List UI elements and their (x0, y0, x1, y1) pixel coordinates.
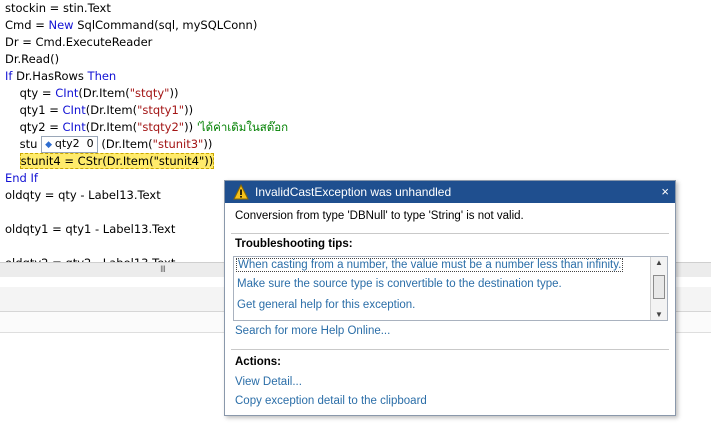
code-token: Dr = Cmd.ExecuteReader (5, 35, 153, 49)
code-token: )) (184, 120, 197, 134)
code-token: (Dr.Item( (97, 137, 153, 151)
code-token: )) (184, 103, 194, 117)
scroll-up-icon[interactable]: ▲ (655, 258, 663, 267)
code-token: Cmd = (5, 18, 49, 32)
code-line[interactable]: stunit4 = CStr(Dr.Item("stunit4")) (5, 153, 215, 170)
scroll-grip[interactable]: III (160, 265, 166, 275)
tip-item-convertible[interactable]: Make sure the source type is convertible… (237, 278, 562, 290)
code-token: Dr.Read() (5, 52, 60, 66)
code-line[interactable]: stu ◆ qty2 0 (Dr.Item("stunit3")) (5, 136, 212, 153)
troubleshooting-list[interactable]: When casting from a number, the value mu… (233, 256, 668, 321)
datatip-text: qty2 0 (54, 137, 94, 150)
code-token: "stqty" (129, 86, 170, 100)
code-token: (Dr.Item( (85, 103, 138, 117)
code-token: stunit4 = CStr(Dr.Item("stunit4")) (19, 153, 215, 169)
code-line[interactable]: Cmd = New SqlCommand(sql, mySQLConn) (5, 17, 257, 34)
close-icon[interactable]: × (661, 181, 669, 203)
tip-item-general-help[interactable]: Get general help for this exception. (237, 299, 415, 311)
code-line[interactable]: oldqty = qty - Label13.Text (5, 187, 161, 204)
warning-icon (233, 184, 249, 200)
code-token: stockin = stin.Text (5, 1, 111, 15)
code-token: "stqty1" (137, 103, 185, 117)
code-token: oldqty1 = qty1 - Label13.Text (5, 222, 176, 236)
exception-header: InvalidCastException was unhandled × (225, 181, 675, 203)
tips-scrollbar[interactable]: ▲ ▼ (650, 257, 667, 320)
code-token: Then (87, 69, 117, 83)
code-token: stu (5, 137, 42, 151)
code-token: End If (5, 171, 38, 185)
scroll-down-icon[interactable]: ▼ (655, 310, 663, 319)
tip-item-casting[interactable]: When casting from a number, the value mu… (236, 258, 624, 272)
view-detail-link[interactable]: View Detail... (235, 376, 302, 388)
troubleshooting-header: Troubleshooting tips: (235, 238, 353, 250)
code-line[interactable]: qty2 = CInt(Dr.Item("stqty2")) 'ได้ค่าเด… (5, 119, 289, 136)
code-line[interactable]: If Dr.HasRows Then (5, 68, 116, 85)
code-line[interactable]: End If (5, 170, 38, 187)
code-line[interactable]: stockin = stin.Text (5, 0, 111, 17)
datatip[interactable]: ◆ qty2 0 (41, 136, 98, 153)
scroll-thumb[interactable] (653, 275, 665, 299)
code-line[interactable]: oldqty2 = qty2 - Label13.Text (5, 255, 175, 262)
divider (231, 349, 669, 350)
code-token: SqlCommand(sql, mySQLConn) (73, 18, 258, 32)
code-token: CInt (62, 120, 86, 134)
code-token: "stqty2" (137, 120, 185, 134)
pin-icon[interactable]: ◆ (45, 140, 55, 150)
code-line[interactable]: qty = CInt(Dr.Item("stqty")) (5, 85, 179, 102)
copy-exception-link[interactable]: Copy exception detail to the clipboard (235, 395, 427, 407)
code-token: New (48, 18, 74, 32)
search-help-online-link[interactable]: Search for more Help Online... (235, 325, 390, 337)
exception-message: Conversion from type 'DBNull' to type 'S… (235, 210, 524, 222)
code-token: oldqty = qty - Label13.Text (5, 188, 161, 202)
code-token: "stunit3" (152, 137, 204, 151)
code-line[interactable]: oldqty1 = qty1 - Label13.Text (5, 221, 175, 238)
code-token: )) (203, 137, 213, 151)
code-token: (Dr.Item( (78, 86, 130, 100)
code-token: (Dr.Item( (85, 120, 138, 134)
code-token: CInt (62, 103, 86, 117)
code-line[interactable]: Dr = Cmd.ExecuteReader (5, 34, 152, 51)
code-token: 'ได้ค่าเดิมในสต๊อก (196, 120, 289, 134)
exception-assistant: InvalidCastException was unhandled × Con… (224, 180, 676, 416)
code-line[interactable]: Dr.Read() (5, 51, 59, 68)
code-line[interactable]: qty1 = CInt(Dr.Item("stqty1")) (5, 102, 193, 119)
code-token: CInt (55, 86, 79, 100)
code-token: Dr.HasRows (12, 69, 88, 83)
code-token: qty = (5, 86, 56, 100)
code-token: )) (169, 86, 179, 100)
actions-header: Actions: (235, 356, 281, 368)
exception-title: InvalidCastException was unhandled (255, 185, 452, 199)
divider (231, 233, 669, 234)
code-token: qty2 = (5, 120, 63, 134)
code-token: qty1 = (5, 103, 63, 117)
